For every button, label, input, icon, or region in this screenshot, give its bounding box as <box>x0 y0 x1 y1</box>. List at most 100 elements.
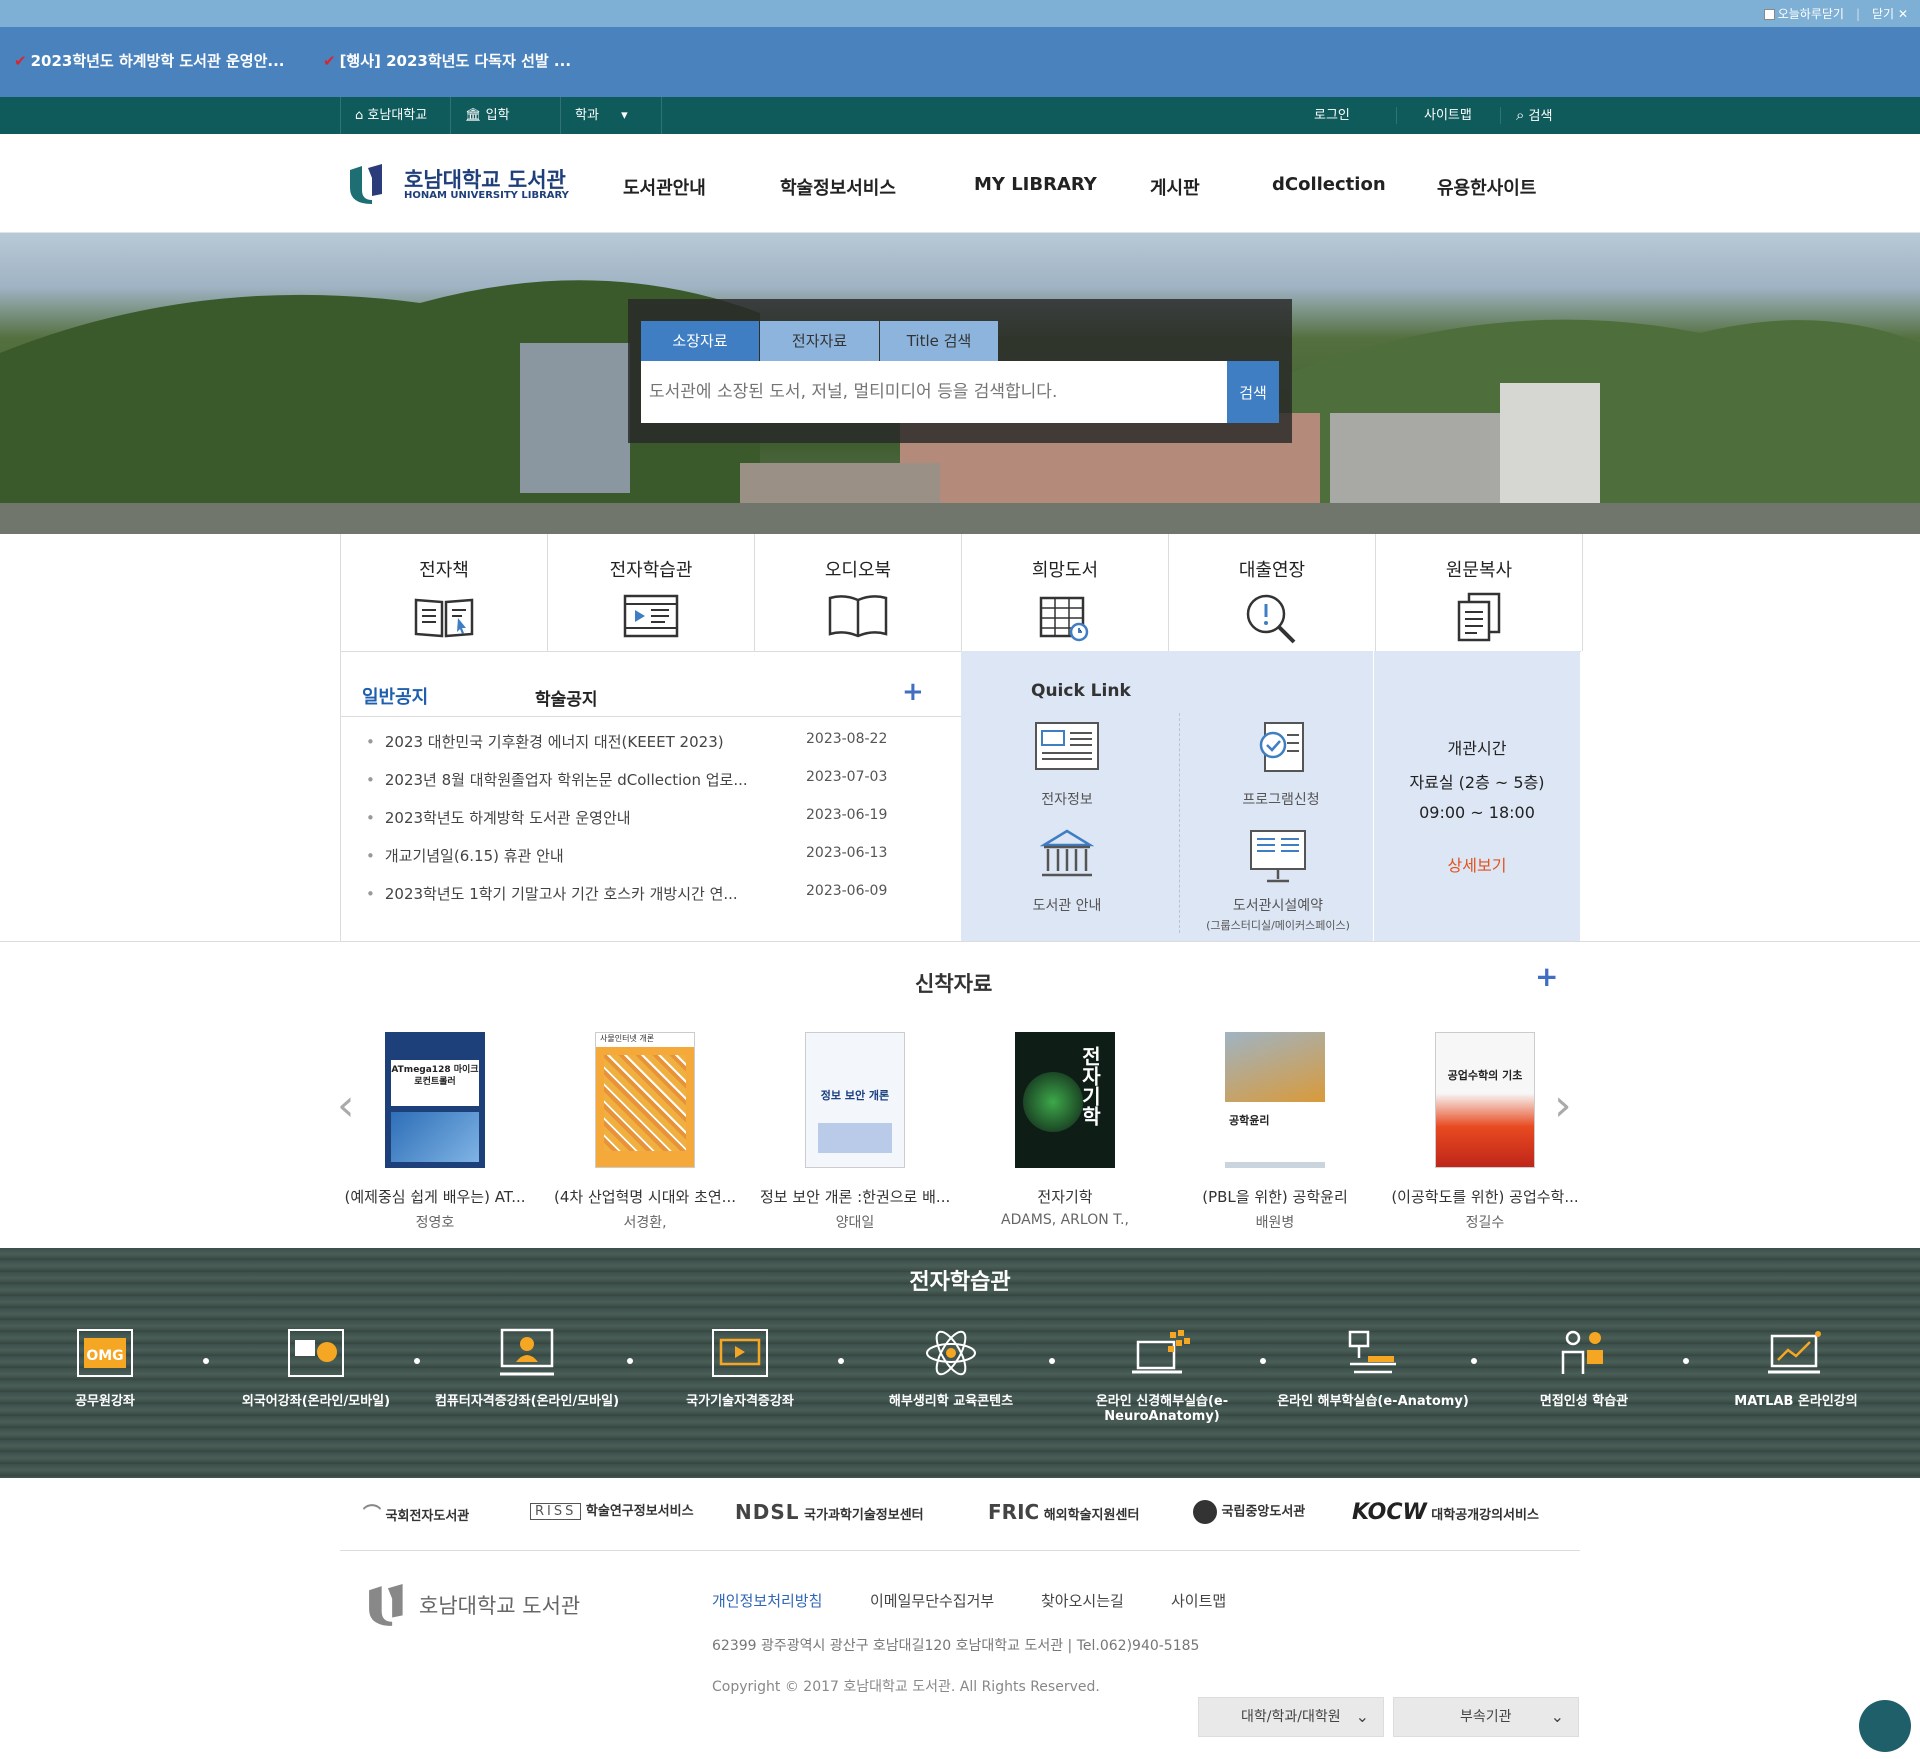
book-title[interactable]: (예제중심 쉽게 배우는) AT... <box>340 1186 530 1207</box>
service-request-book[interactable]: 희망도서 <box>962 534 1169 651</box>
book-title[interactable]: (이공학도를 위한) 공업수학... <box>1390 1186 1580 1207</box>
notice-title: 개교기념일(6.15) 휴관 안내 <box>384 847 564 865</box>
quick-label: 전자정보 <box>1041 792 1093 808</box>
popup-close-button[interactable]: 닫기 ✕ <box>1872 5 1908 22</box>
notice-date: 2023-07-03 <box>806 769 888 785</box>
notice-date: 2023-06-09 <box>806 883 888 899</box>
footer-privacy-link[interactable]: 개인정보처리방침 <box>712 1590 822 1611</box>
service-loan-renewal[interactable]: 대출연장 <box>1169 534 1376 651</box>
elearning-matlab[interactable]: MATLAB 온라인강의 <box>1696 1328 1896 1409</box>
divider <box>340 716 961 717</box>
tab-title-search[interactable]: Title 검색 <box>880 321 998 361</box>
book-author: 정영호 <box>415 1215 455 1231</box>
nav-board[interactable]: 게시판 <box>1150 174 1200 200</box>
quick-program-apply[interactable]: 프로그램신청 <box>1211 721 1351 809</box>
checklist-icon <box>1259 722 1304 772</box>
sitemap-link[interactable]: 사이트맵 <box>1410 97 1486 134</box>
book-title[interactable]: (PBL을 위한) 공학윤리 <box>1180 1186 1370 1207</box>
dept-select[interactable]: 대학/학과/대학원 ⌄ <box>1198 1697 1384 1737</box>
nav-library-guide[interactable]: 도서관안내 <box>623 174 706 200</box>
elearning-computer-cert[interactable]: 컴퓨터자격증강좌(온라인/모바일) <box>427 1328 627 1409</box>
elearning-national-cert[interactable]: 국가기술자격증강좌 <box>640 1328 840 1409</box>
notice-more-button[interactable]: + <box>902 677 924 707</box>
book-cover[interactable]: 정보 보안 개론 <box>805 1032 905 1168</box>
popup-notice-link[interactable]: ✔ [행사] 2023학년도 다독자 선발 ... <box>323 50 571 71</box>
tab-electronic[interactable]: 전자자료 <box>760 321 879 361</box>
book-title[interactable]: 정보 보안 개론 :한권으로 배... <box>760 1186 950 1207</box>
elearning-foreign-language[interactable]: 외국어강좌(온라인/모바일) <box>216 1328 416 1409</box>
login-link[interactable]: 로그인 <box>1300 97 1364 134</box>
service-ebook[interactable]: 전자책 <box>341 534 548 651</box>
logo-subtitle: HONAM UNIVERSITY LIBRARY <box>404 190 569 201</box>
newbooks-title: 신착자료 <box>915 972 993 996</box>
home-link[interactable]: ⌂ 호남대학교 <box>340 97 450 134</box>
carousel-next-icon[interactable]: › <box>1554 1080 1572 1131</box>
link-label: 해외학술지원센터 <box>1043 1508 1140 1523</box>
newbooks-more-button[interactable]: + <box>1535 960 1558 993</box>
book-cover[interactable]: 공업수학의 기초 <box>1435 1032 1535 1168</box>
link-riss[interactable]: RISS 학술연구정보서비스 <box>530 1500 694 1520</box>
elearning-civil-service[interactable]: OMG 공무원강좌 <box>5 1328 205 1409</box>
link-label: 국가과학기술정보센터 <box>804 1508 924 1523</box>
book-title[interactable]: (4차 산업혁명 시대와 초연... <box>550 1186 740 1207</box>
elearning-anatomy-physiology[interactable]: 해부생리학 교육콘텐츠 <box>851 1328 1051 1409</box>
service-label: 전자학습관 <box>609 560 693 581</box>
tab-academic-notice[interactable]: 학술공지 <box>535 685 598 710</box>
fric-logo: FRIC <box>988 1500 1040 1524</box>
link-fric[interactable]: FRIC 해외학술지원센터 <box>988 1500 1139 1524</box>
elearning-interview[interactable]: 면접인성 학습관 <box>1484 1328 1684 1409</box>
quick-e-info[interactable]: 전자정보 <box>1017 721 1117 809</box>
chevron-down-icon: ⌄ <box>1355 1707 1369 1726</box>
nav-dcollection[interactable]: dCollection <box>1272 174 1386 195</box>
service-elearning[interactable]: 전자학습관 <box>548 534 755 651</box>
dept-dropdown[interactable]: 학과 ▾ <box>560 97 662 134</box>
nav-academic-service[interactable]: 학술정보서비스 <box>780 174 896 200</box>
notice-item[interactable]: • 2023학년도 하계방학 도서관 운영안내 2023-06-19 <box>366 807 926 828</box>
notice-title: 2023학년도 하계방학 도서관 운영안내 <box>384 809 631 827</box>
notice-item[interactable]: • 개교기념일(6.15) 휴관 안내 2023-06-13 <box>366 845 926 866</box>
select-label: 대학/학과/대학원 <box>1241 1709 1341 1725</box>
today-close-checkbox[interactable]: 오늘하루닫기 <box>1763 5 1844 22</box>
footer-sitemap-link[interactable]: 사이트맵 <box>1171 1590 1226 1611</box>
tab-general-notice[interactable]: 일반공지 <box>362 683 428 709</box>
nav-my-library[interactable]: MY LIBRARY <box>974 174 1097 195</box>
nav-useful-sites[interactable]: 유용한사이트 <box>1437 174 1536 200</box>
link-ndsl[interactable]: NDSL 국가과학기술정보센터 <box>735 1500 924 1524</box>
notice-item[interactable]: • 2023년 8월 대학원졸업자 학위논문 dCollection 업로... 2… <box>366 769 926 790</box>
admission-link[interactable]: 🏛 입학 <box>450 97 560 134</box>
scroll-top-button[interactable] <box>1859 1700 1911 1752</box>
footer-email-policy-link[interactable]: 이메일무단수집거부 <box>870 1590 994 1611</box>
book-cover[interactable]: 공학윤리 <box>1225 1032 1325 1168</box>
book-title[interactable]: 전자기학 <box>970 1186 1160 1207</box>
laptop-chart-icon <box>1768 1331 1821 1374</box>
book-cover[interactable]: 전자기학 <box>1015 1032 1115 1168</box>
search-input[interactable] <box>641 361 1227 423</box>
book-author: 배원병 <box>1255 1215 1295 1231</box>
elearning-anatomy-practice[interactable]: 온라인 해부학실습(e-Anatomy) <box>1273 1328 1473 1409</box>
quick-facility-reservation[interactable]: 도서관시설예약 (그룹스터디실/메이커스페이스) <box>1183 829 1373 933</box>
notice-item[interactable]: • 2023 대한민국 기후환경 에너지 대전(KEEET 2023) 2023-0… <box>366 731 926 752</box>
quick-library-guide[interactable]: 도서관 안내 <box>1017 829 1117 915</box>
book-cover[interactable]: 사물인터넷 개론 <box>595 1032 695 1168</box>
carousel-prev-icon[interactable]: ‹ <box>337 1080 355 1131</box>
divider <box>0 941 1920 942</box>
notice-item[interactable]: • 2023학년도 1학기 기말고사 기간 호스카 개방시간 연... 2023-0… <box>366 883 926 904</box>
book-cover[interactable]: ATmega128 마이크로컨트롤러 <box>385 1032 485 1168</box>
popup-notice-link[interactable]: ✔ 2023학년도 하계방학 도서관 운영안... <box>14 50 285 71</box>
service-document-copy[interactable]: 원문복사 <box>1376 534 1583 651</box>
link-kocw[interactable]: KOCW 대학공개강의서비스 <box>1352 1500 1539 1525</box>
link-national-assembly-library[interactable]: ⌒ 국회전자도서관 <box>363 1500 469 1526</box>
interview-people-icon <box>1561 1330 1603 1374</box>
riss-logo: RISS <box>530 1503 582 1520</box>
logo-link[interactable]: 호남대학교 도서관 HONAM UNIVERSITY LIBRARY <box>348 164 569 210</box>
search-link[interactable]: ⌕ 검색 <box>1502 97 1566 134</box>
hero-banner: 소장자료 전자자료 Title 검색 검색 <box>0 233 1920 534</box>
elearning-neuroanatomy[interactable]: 온라인 신경해부실습(e-NeuroAnatomy) <box>1062 1328 1262 1424</box>
tab-holdings[interactable]: 소장자료 <box>641 321 759 361</box>
search-button[interactable]: 검색 <box>1227 361 1279 423</box>
affiliate-select[interactable]: 부속기관 ⌄ <box>1393 1697 1579 1737</box>
footer-directions-link[interactable]: 찾아오시는길 <box>1041 1590 1124 1611</box>
link-national-library[interactable]: 국립중앙도서관 <box>1193 1500 1305 1524</box>
hours-more-link[interactable]: 상세보기 <box>1374 852 1580 876</box>
service-audiobook[interactable]: 오디오북 <box>755 534 962 651</box>
